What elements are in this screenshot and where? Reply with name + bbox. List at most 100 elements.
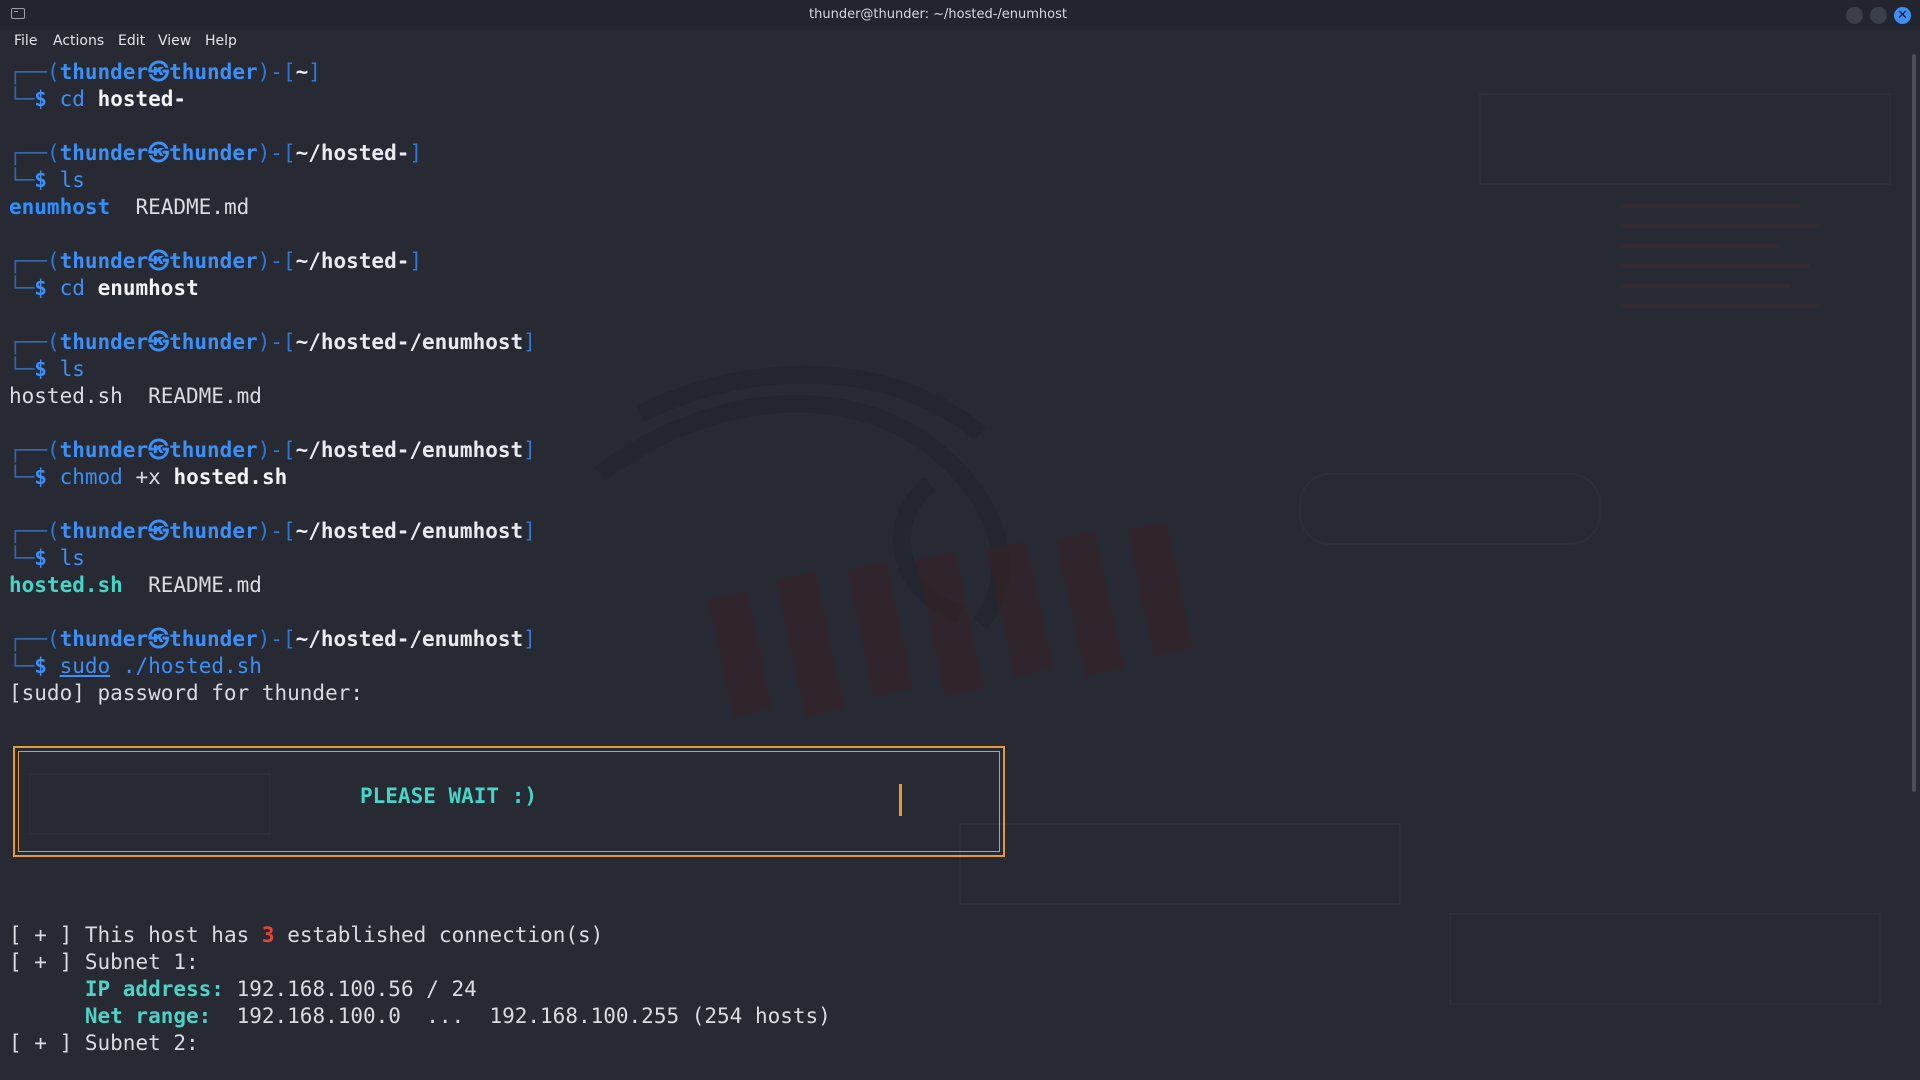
marker-plus: [ + ] — [9, 1031, 73, 1055]
range-label: Net range: — [84, 1004, 212, 1028]
prompt-dollar: $ — [34, 168, 47, 192]
report-ip: IP address: 192.168.100.56 / 24 — [9, 976, 477, 1003]
wait-text: PLEASE WAIT :) — [360, 784, 538, 808]
prompt-user: thunder — [59, 330, 149, 354]
prompt-host: thunder — [169, 330, 258, 354]
window-title: thunder@thunder: ~/hosted-/enumhost — [809, 7, 1067, 22]
dir-entry: enumhost — [9, 195, 111, 219]
file-entry: README.md — [148, 384, 262, 408]
scrollbar[interactable] — [1908, 54, 1920, 1080]
subnet1-label: Subnet 1: — [84, 950, 199, 974]
connections-suffix: established connection(s) — [287, 923, 604, 947]
prompt-host: thunder — [169, 249, 258, 273]
prompt-at: ㉿ — [148, 141, 170, 165]
prompt-user: thunder — [59, 438, 149, 462]
ls-output: hosted.sh README.md — [9, 383, 262, 410]
prompt-host: thunder — [169, 627, 258, 651]
ls-output: hosted.sh README.md — [9, 572, 262, 599]
command-name: chmod — [59, 465, 123, 489]
prompt-dollar: $ — [34, 87, 47, 111]
exec-entry: hosted.sh — [9, 573, 123, 597]
prompt-line: ┌──(thunder㉿thunder)-[~/hosted-/enumhost… — [9, 330, 536, 354]
close-icon: ✕ — [1897, 8, 1908, 23]
minimize-button[interactable] — [1846, 7, 1863, 24]
command-name: ls — [59, 168, 85, 192]
title-bar: thunder@thunder: ~/hosted-/enumhost ✕ — [0, 0, 1920, 30]
prompt-line: ┌──(thunder㉿thunder)-[~] — [9, 60, 321, 84]
scrollbar-thumb[interactable] — [1912, 54, 1916, 792]
text-cursor — [899, 784, 902, 816]
prompt-host: thunder — [169, 519, 258, 543]
menu-bar: File Actions Edit View Help — [0, 30, 1920, 54]
prompt-at: ㉿ — [148, 249, 170, 273]
menu-edit[interactable]: Edit — [118, 33, 145, 49]
prompt-host: thunder — [169, 60, 258, 84]
subnet2-label: Subnet 2: — [84, 1031, 199, 1055]
prompt-user: thunder — [59, 519, 149, 543]
prompt-line: ┌──(thunder㉿thunder)-[~/hosted-] — [9, 141, 423, 165]
prompt-dollar: $ — [34, 357, 47, 381]
wait-box: PLEASE WAIT :) — [13, 746, 1005, 857]
command-name: cd — [59, 276, 85, 300]
prompt-line: ┌──(thunder㉿thunder)-[~/hosted-/enumhost… — [9, 438, 536, 462]
command-flag: +x — [135, 465, 161, 489]
prompt-dollar: $ — [34, 546, 47, 570]
prompt-host: thunder — [169, 141, 258, 165]
prompt-path: ~/hosted- — [295, 249, 410, 273]
menu-view[interactable]: View — [158, 33, 191, 49]
command-arg: ./hosted.sh — [122, 654, 262, 678]
prompt-path: ~/hosted-/enumhost — [295, 519, 524, 543]
report-subnet2: [ + ] Subnet 2: — [9, 1030, 199, 1057]
prompt-user: thunder — [59, 627, 149, 651]
report-connections: [ + ] This host has 3 established connec… — [9, 922, 603, 949]
prompt-user: thunder — [59, 60, 149, 84]
command-line: └─$ ls — [9, 168, 85, 192]
command-arg: hosted- — [97, 87, 187, 111]
ip-value: 192.168.100.56 / 24 — [236, 977, 477, 1001]
prompt-line: ┌──(thunder㉿thunder)-[~/hosted-] — [9, 249, 423, 273]
prompt-path: ~/hosted-/enumhost — [295, 627, 524, 651]
prompt-line: ┌──(thunder㉿thunder)-[~/hosted-/enumhost… — [9, 519, 536, 543]
marker-plus: [ + ] — [9, 950, 73, 974]
prompt-at: ㉿ — [148, 519, 170, 543]
command-line: └─$ ls — [9, 546, 85, 570]
prompt-dollar: $ — [34, 465, 47, 489]
command-arg: enumhost — [97, 276, 199, 300]
command-name: cd — [59, 87, 85, 111]
prompt-host: thunder — [169, 438, 258, 462]
range-value: 192.168.100.0 ... 192.168.100.255 (254 h… — [236, 1004, 831, 1028]
prompt-at: ㉿ — [148, 330, 170, 354]
command-name: ls — [59, 357, 85, 381]
prompt-line: ┌──(thunder㉿thunder)-[~/hosted-/enumhost… — [9, 627, 536, 651]
close-button[interactable]: ✕ — [1894, 7, 1911, 24]
connections-count: 3 — [261, 923, 275, 947]
sudo-prompt: [sudo] password for thunder: — [9, 681, 364, 705]
prompt-at: ㉿ — [148, 438, 170, 462]
menu-file[interactable]: File — [14, 33, 37, 49]
file-entry: hosted.sh — [9, 384, 123, 408]
file-entry: README.md — [135, 195, 250, 219]
command-line: └─$ chmod +x hosted.sh — [9, 465, 288, 489]
terminal-area[interactable]: ┌──(thunder㉿thunder)-[~] └─$ cd hosted- … — [0, 54, 1908, 1080]
prompt-user: thunder — [59, 141, 149, 165]
marker-plus: [ + ] — [9, 923, 73, 947]
command-line: └─$ cd hosted- — [9, 87, 187, 111]
prompt-path: ~/hosted-/enumhost — [295, 438, 524, 462]
prompt-user: thunder — [59, 249, 149, 273]
menu-actions[interactable]: Actions — [53, 33, 104, 49]
maximize-button[interactable] — [1870, 7, 1887, 24]
report-range: Net range: 192.168.100.0 ... 192.168.100… — [9, 1003, 831, 1030]
menu-help[interactable]: Help — [205, 33, 237, 49]
command-name: sudo — [59, 654, 111, 678]
prompt-at: ㉿ — [148, 60, 170, 84]
prompt-path: ~/hosted-/enumhost — [295, 330, 524, 354]
prompt-dollar: $ — [34, 654, 47, 678]
command-arg: hosted.sh — [173, 465, 288, 489]
command-line: └─$ cd enumhost — [9, 276, 199, 300]
command-line: └─$ sudo ./hosted.sh — [9, 654, 262, 678]
command-name: ls — [59, 546, 85, 570]
prompt-at: ㉿ — [148, 627, 170, 651]
report-subnet1: [ + ] Subnet 1: — [9, 949, 199, 976]
connections-prefix: This host has — [84, 923, 250, 947]
command-line: └─$ ls — [9, 357, 85, 381]
